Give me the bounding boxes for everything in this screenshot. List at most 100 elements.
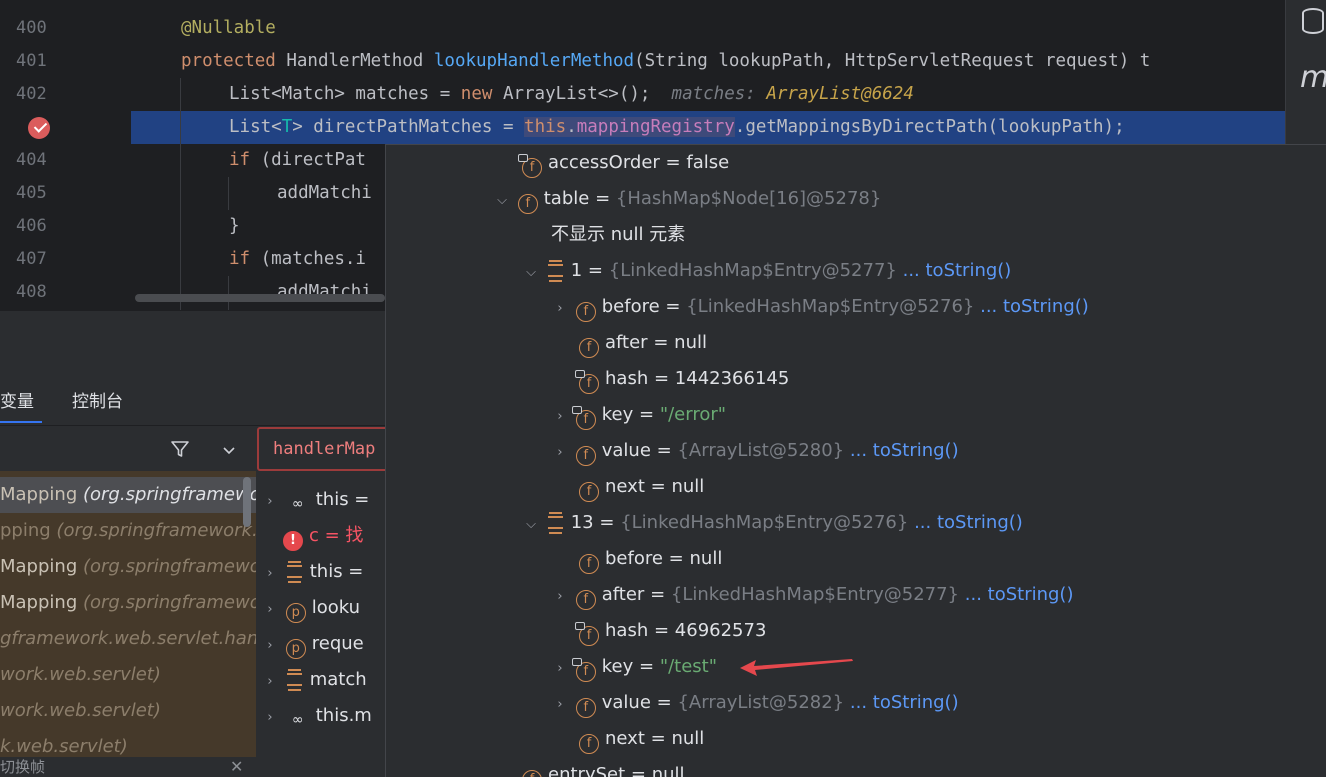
tree-row-before[interactable]: › f before = {LinkedHashMap$Entry@5276} .…	[550, 289, 1089, 325]
tab-console[interactable]: 控制台	[72, 387, 123, 412]
entry-index: 13	[570, 512, 594, 533]
expanded-arrow-icon[interactable]: ⌵	[492, 183, 512, 219]
array-icon	[547, 511, 565, 534]
variable-row[interactable]: › p looku	[260, 590, 360, 626]
tree-row-before[interactable]: f before = null	[579, 541, 722, 577]
close-icon[interactable]: ✕	[230, 759, 243, 775]
null-elements-note: 不显示 null 元素	[551, 217, 685, 253]
frame-item[interactable]: Mapping (org.springframewo	[0, 549, 256, 585]
code-line-402: List<Match> matches = new ArrayList<>();…	[229, 78, 914, 111]
inline-value: ArrayList@6624	[766, 84, 914, 104]
tostring-link[interactable]: ... toString()	[850, 440, 959, 461]
tree-row-hash[interactable]: f hash = 46962573	[575, 613, 766, 649]
tree-row-entry-1[interactable]: ⌵ 1 = {LinkedHashMap$Entry@5277} ... toS…	[521, 253, 1011, 289]
code-line-400: @Nullable	[181, 12, 276, 45]
equals-sign: =	[656, 440, 672, 461]
variable-label: this =	[315, 489, 370, 510]
frame-item[interactable]: Mapping (org.springframewor	[0, 477, 256, 513]
expand-arrow-icon[interactable]: ›	[550, 687, 570, 723]
equals-sign: =	[587, 260, 604, 281]
field-icon: f	[579, 338, 599, 358]
expand-arrow-icon[interactable]: ›	[550, 651, 570, 687]
variable-row[interactable]: › p reque	[260, 626, 364, 662]
expand-arrow-icon[interactable]: ›	[260, 628, 280, 664]
variable-row[interactable]: › ∞ this =	[260, 482, 369, 518]
frame-method: Mapping	[0, 592, 78, 613]
field-name: key	[601, 656, 634, 677]
tree-row-key[interactable]: › f key = "/test"	[550, 649, 717, 685]
frame-item[interactable]: Mapping (org.springframewor	[0, 585, 256, 621]
expanded-arrow-icon[interactable]: ⌵	[521, 255, 541, 291]
filter-icon[interactable]	[170, 439, 190, 459]
expand-arrow-icon[interactable]: ›	[260, 664, 280, 700]
frame-package: (org.springframewor	[82, 484, 256, 505]
code-line-404: if (directPat	[229, 144, 366, 177]
variable-row[interactable]: › ∞ this.m	[260, 698, 371, 736]
tree-row-next[interactable]: f next = null	[579, 721, 704, 757]
equals-sign: =	[638, 656, 655, 677]
field-icon: f	[522, 770, 542, 777]
tree-row-next[interactable]: f next = null	[579, 469, 704, 505]
tree-row-value[interactable]: › f value = {ArrayList@5280} ... toString…	[550, 433, 959, 469]
field-type: {HashMap$Node[16]@5278}	[615, 188, 882, 209]
expand-arrow-icon[interactable]: ›	[260, 700, 280, 736]
frames-scrollbar[interactable]	[243, 477, 251, 527]
glasses-icon: ∞	[291, 496, 304, 512]
chevron-down-icon[interactable]	[222, 443, 236, 457]
expand-arrow-icon[interactable]: ›	[260, 556, 280, 592]
variable-row[interactable]: › match	[260, 662, 367, 698]
tree-row-table[interactable]: ⌵ f table = {HashMap$Node[16]@5278}	[492, 181, 881, 217]
variable-row[interactable]: ! c = 找	[283, 518, 363, 554]
code-token: ArrayList<>();	[492, 84, 651, 104]
breakpoint-icon[interactable]	[28, 117, 50, 139]
field-name: next	[605, 476, 645, 497]
code-line-407: if (matches.i	[229, 243, 366, 276]
frame-item[interactable]: pping (org.springframework.we	[0, 513, 256, 549]
field-value: 1442366145	[674, 368, 790, 389]
field-token: mappingRegistry	[576, 117, 735, 137]
tree-row-after[interactable]: f after = null	[579, 325, 707, 361]
code-line-403: List<T> directPathMatches = this.mapping…	[229, 111, 1125, 144]
value-inspector-popup[interactable]: f accessOrder = false ⌵ f table = {HashMap…	[385, 144, 1326, 777]
tostring-link[interactable]: ... toString()	[965, 584, 1074, 605]
expand-arrow-icon[interactable]: ›	[550, 399, 570, 435]
maven-icon[interactable]: m	[1300, 60, 1326, 95]
tree-row-after[interactable]: › f after = {LinkedHashMap$Entry@5277} ..…	[550, 577, 1073, 613]
tree-row-entry-set[interactable]: f entrySet = null	[522, 757, 685, 777]
tree-row-hash[interactable]: f hash = 1442366145	[575, 361, 790, 397]
expanded-arrow-icon[interactable]: ⌵	[521, 507, 541, 543]
frames-list[interactable]: Mapping (org.springframewor pping (org.s…	[0, 471, 256, 771]
tree-row-entry-13[interactable]: ⌵ 13 = {LinkedHashMap$Entry@5276} ... to…	[521, 505, 1023, 541]
frame-item[interactable]: gframework.web.servlet.handle	[0, 621, 256, 657]
line-number: 401	[16, 51, 47, 71]
frame-item[interactable]: work.web.servlet)	[0, 693, 256, 729]
expand-arrow-icon[interactable]: ›	[260, 484, 280, 520]
tab-variables[interactable]: 变量	[0, 387, 34, 412]
expand-arrow-icon[interactable]: ›	[550, 579, 570, 615]
type-param-token: T	[281, 117, 293, 137]
expand-arrow-icon[interactable]: ›	[550, 291, 570, 327]
null-note-text: 不显示 null 元素	[551, 224, 686, 245]
tostring-link[interactable]: ... toString()	[850, 692, 959, 713]
horizontal-scrollbar[interactable]	[135, 294, 385, 302]
type-token: HandlerMethod	[275, 51, 434, 71]
frame-method: pping	[0, 520, 51, 541]
tostring-link[interactable]: ... toString()	[903, 260, 1012, 281]
field-name: entrySet	[548, 764, 626, 777]
frame-item[interactable]: work.web.servlet)	[0, 657, 256, 693]
field-name: table	[543, 188, 590, 209]
tree-row-value[interactable]: › f value = {ArrayList@5282} ... toString…	[550, 685, 959, 721]
variable-row[interactable]: › this =	[260, 554, 363, 590]
tree-row-key[interactable]: › f key = "/error"	[550, 397, 726, 433]
code-token: List<	[229, 117, 282, 137]
equals-sign: =	[665, 296, 681, 317]
expand-arrow-icon[interactable]: ›	[260, 592, 280, 628]
code-token: (matches.i	[250, 249, 366, 269]
param-icon: p	[285, 639, 306, 659]
tostring-link[interactable]: ... toString()	[980, 296, 1089, 317]
tree-row-access-order[interactable]: f accessOrder = false	[518, 145, 729, 181]
frames-footer: 切换帧	[0, 757, 256, 777]
database-icon[interactable]	[1302, 8, 1324, 34]
tostring-link[interactable]: ... toString()	[914, 512, 1023, 533]
expand-arrow-icon[interactable]: ›	[550, 435, 570, 471]
